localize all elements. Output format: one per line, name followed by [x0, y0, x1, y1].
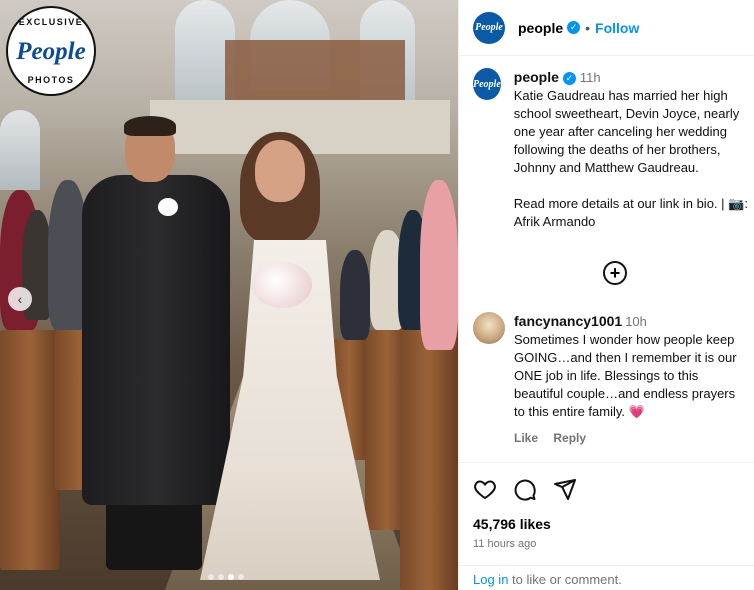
- bouquet: [252, 262, 312, 308]
- follow-button[interactable]: Follow: [595, 20, 639, 36]
- people-logo: People: [16, 38, 86, 65]
- header-username[interactable]: people: [518, 20, 563, 36]
- badge-top-text: EXCLUSIVE: [18, 17, 84, 27]
- login-prompt: Log in to like or comment.: [459, 565, 754, 587]
- post-photo[interactable]: EXCLUSIVE People PHOTOS ‹: [0, 0, 458, 590]
- caption-username[interactable]: people: [514, 69, 559, 85]
- guest-figure: [420, 180, 458, 350]
- pew-left: [0, 330, 60, 570]
- caption-avatar[interactable]: People: [473, 68, 501, 100]
- comment-text: Sometimes I wonder how people keep GOING…: [514, 332, 737, 419]
- badge-bottom-text: PHOTOS: [27, 75, 75, 85]
- commenter-avatar[interactable]: [473, 312, 505, 344]
- comment-like-button[interactable]: Like: [514, 431, 538, 445]
- verified-checkmark-icon: ✓: [562, 71, 576, 85]
- comment: fancynancy1001 10h Sometimes I wonder how…: [473, 312, 749, 447]
- comment-text-wrap: Sometimes I wonder how people keep GOING…: [514, 331, 749, 421]
- login-prompt-text: to like or comment.: [508, 572, 622, 587]
- chevron-left-icon: ‹: [17, 291, 23, 307]
- verified-checkmark-icon: ✓: [567, 21, 581, 34]
- comment-reply-button[interactable]: Reply: [553, 431, 586, 445]
- comment-username[interactable]: fancynancy1001: [514, 313, 622, 329]
- action-bar: 45,796 likes 11 hours ago: [459, 462, 754, 550]
- carousel-dot[interactable]: [238, 574, 244, 580]
- avatar-text: People: [475, 22, 503, 33]
- caption-body: people ✓ 11h Katie Gaudreau has married he…: [514, 68, 749, 231]
- post-header: People people ✓ • Follow: [459, 0, 754, 56]
- separator-dot: •: [585, 19, 591, 36]
- exclusive-photos-badge: EXCLUSIVE People PHOTOS: [6, 6, 96, 96]
- plus-icon: +: [609, 263, 621, 283]
- load-more-comments-button[interactable]: +: [603, 261, 627, 285]
- likes-count[interactable]: 45,796 likes: [473, 516, 741, 532]
- caption-time[interactable]: 11h: [580, 70, 601, 85]
- father-of-bride: [82, 175, 230, 505]
- share-icon[interactable]: [553, 477, 577, 501]
- organ-loft: [225, 40, 405, 102]
- pew-right: [400, 320, 458, 590]
- pink-heart-emoji: 💗: [628, 404, 645, 419]
- carousel-dot[interactable]: [208, 574, 214, 580]
- action-icons: [473, 475, 741, 503]
- carousel-dots: [208, 574, 244, 580]
- caption-text: Katie Gaudreau has married her high scho…: [513, 88, 748, 229]
- comment-time[interactable]: 10h: [625, 314, 647, 329]
- comment-body: fancynancy1001 10h Sometimes I wonder how…: [514, 312, 749, 447]
- post-timestamp[interactable]: 11 hours ago: [473, 538, 741, 550]
- post-sidebar: People people ✓ • Follow People people ✓ 1…: [458, 0, 754, 590]
- carousel-dot[interactable]: [218, 574, 224, 580]
- guest-figure: [340, 250, 370, 340]
- post-caption: People people ✓ 11h Katie Gaudreau has mar…: [473, 68, 749, 231]
- caption-meta: people ✓ 11h: [514, 68, 749, 87]
- carousel-dot[interactable]: [228, 574, 234, 580]
- boutonniere: [158, 198, 178, 216]
- church-window: [0, 110, 40, 190]
- comment-icon[interactable]: [513, 477, 537, 501]
- carousel-prev-button[interactable]: ‹: [8, 287, 32, 311]
- heart-icon[interactable]: [473, 477, 497, 501]
- father-hair: [124, 116, 176, 136]
- avatar-text: People: [473, 78, 501, 90]
- login-link[interactable]: Log in: [473, 572, 508, 587]
- bride-face: [255, 140, 305, 202]
- comment-actions: Like Reply: [514, 429, 749, 447]
- avatar[interactable]: People: [473, 11, 505, 44]
